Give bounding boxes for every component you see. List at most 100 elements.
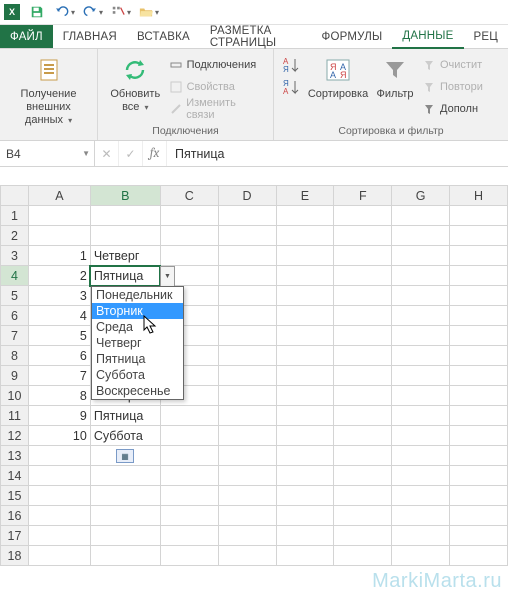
cell[interactable]: 1 [28, 246, 90, 266]
filter-button[interactable]: Фильтр [370, 52, 420, 103]
cell[interactable] [218, 506, 276, 526]
cell[interactable] [276, 486, 334, 506]
cell[interactable] [450, 266, 508, 286]
cell[interactable] [276, 386, 334, 406]
cell[interactable] [392, 506, 450, 526]
cell[interactable] [160, 466, 218, 486]
cell[interactable] [160, 506, 218, 526]
cell[interactable] [334, 486, 392, 506]
cell[interactable] [28, 206, 90, 226]
cell[interactable] [392, 286, 450, 306]
reapply-button[interactable]: Повтори [420, 76, 485, 98]
cell[interactable] [218, 526, 276, 546]
cell[interactable] [218, 346, 276, 366]
row-header[interactable]: 17 [1, 526, 29, 546]
cell[interactable]: 4 [28, 306, 90, 326]
cell[interactable] [392, 346, 450, 366]
cell[interactable] [218, 466, 276, 486]
row-header[interactable]: 12 [1, 426, 29, 446]
sort-desc-button[interactable]: ЯА [280, 76, 302, 98]
cell[interactable] [160, 426, 218, 446]
save-button[interactable] [26, 2, 48, 22]
cell[interactable] [450, 346, 508, 366]
cell[interactable]: 9 [28, 406, 90, 426]
cell[interactable] [334, 286, 392, 306]
cell[interactable] [276, 246, 334, 266]
cell[interactable] [276, 406, 334, 426]
cell[interactable] [450, 226, 508, 246]
cell[interactable] [160, 226, 218, 246]
worksheet-grid[interactable]: A B C D E F G H 1231Четверг42Пятница5364… [0, 185, 508, 566]
cell[interactable] [276, 506, 334, 526]
row-header[interactable]: 14 [1, 466, 29, 486]
cell[interactable] [90, 546, 160, 566]
cell[interactable] [28, 506, 90, 526]
cell[interactable]: Суббота [90, 426, 160, 446]
autofill-options-button[interactable]: ▦ [116, 449, 134, 463]
cell[interactable]: 7 [28, 366, 90, 386]
cell[interactable] [334, 266, 392, 286]
connections-button[interactable]: Подключения [167, 54, 267, 76]
open-button[interactable]: ▾ [138, 2, 160, 22]
sort-button[interactable]: ЯААЯ Сортировка [306, 52, 370, 103]
cell[interactable] [276, 466, 334, 486]
cell[interactable] [276, 226, 334, 246]
cell[interactable] [334, 386, 392, 406]
col-header[interactable]: B [90, 186, 160, 206]
cell[interactable] [334, 526, 392, 546]
cell[interactable]: 10 [28, 426, 90, 446]
redo-button[interactable]: ▾ [82, 2, 104, 22]
tab-data[interactable]: ДАННЫЕ [392, 25, 463, 49]
cell[interactable] [218, 246, 276, 266]
cell[interactable] [28, 446, 90, 466]
cell[interactable]: 8 [28, 386, 90, 406]
tab-formulas[interactable]: ФОРМУЛЫ [312, 25, 393, 48]
cell[interactable] [160, 206, 218, 226]
edit-links-button[interactable]: Изменить связи [167, 98, 267, 120]
cell[interactable] [392, 446, 450, 466]
cell[interactable] [160, 446, 218, 466]
undo-button[interactable]: ▾ [54, 2, 76, 22]
cell[interactable] [450, 506, 508, 526]
autocomplete-option[interactable]: Суббота [92, 367, 183, 383]
advanced-filter-button[interactable]: Дополн [420, 98, 485, 120]
row-header[interactable]: 15 [1, 486, 29, 506]
cell[interactable] [218, 326, 276, 346]
cell[interactable] [218, 366, 276, 386]
cell[interactable] [276, 446, 334, 466]
cell[interactable] [392, 386, 450, 406]
cell[interactable] [90, 506, 160, 526]
col-header[interactable]: E [276, 186, 334, 206]
cell[interactable] [334, 346, 392, 366]
row-header[interactable]: 3 [1, 246, 29, 266]
tab-review[interactable]: РЕЦ [464, 25, 508, 48]
cell[interactable] [450, 386, 508, 406]
cell[interactable] [276, 366, 334, 386]
cell[interactable] [218, 226, 276, 246]
cell[interactable] [334, 466, 392, 486]
cell[interactable] [450, 366, 508, 386]
cell[interactable] [218, 286, 276, 306]
row-header[interactable]: 16 [1, 506, 29, 526]
cell[interactable]: 3 [28, 286, 90, 306]
row-header[interactable]: 13 [1, 446, 29, 466]
cell[interactable] [160, 406, 218, 426]
col-header[interactable]: C [160, 186, 218, 206]
cell-dropdown-handle[interactable]: ▼ [160, 266, 175, 287]
cell[interactable] [276, 286, 334, 306]
cell[interactable] [334, 206, 392, 226]
cell[interactable] [392, 226, 450, 246]
cell[interactable] [218, 546, 276, 566]
cell[interactable] [276, 306, 334, 326]
cell[interactable] [218, 266, 276, 286]
cell[interactable] [90, 486, 160, 506]
touch-mode-button[interactable]: ▾ [110, 2, 132, 22]
cell[interactable] [160, 246, 218, 266]
autocomplete-option[interactable]: Воскресенье [92, 383, 183, 399]
cell[interactable] [160, 546, 218, 566]
row-header[interactable]: 2 [1, 226, 29, 246]
tab-page-layout[interactable]: РАЗМЕТКА СТРАНИЦЫ [200, 25, 312, 48]
tab-file[interactable]: ФАЙЛ [0, 25, 53, 48]
sort-asc-button[interactable]: АЯ [280, 54, 302, 76]
cell[interactable] [28, 486, 90, 506]
